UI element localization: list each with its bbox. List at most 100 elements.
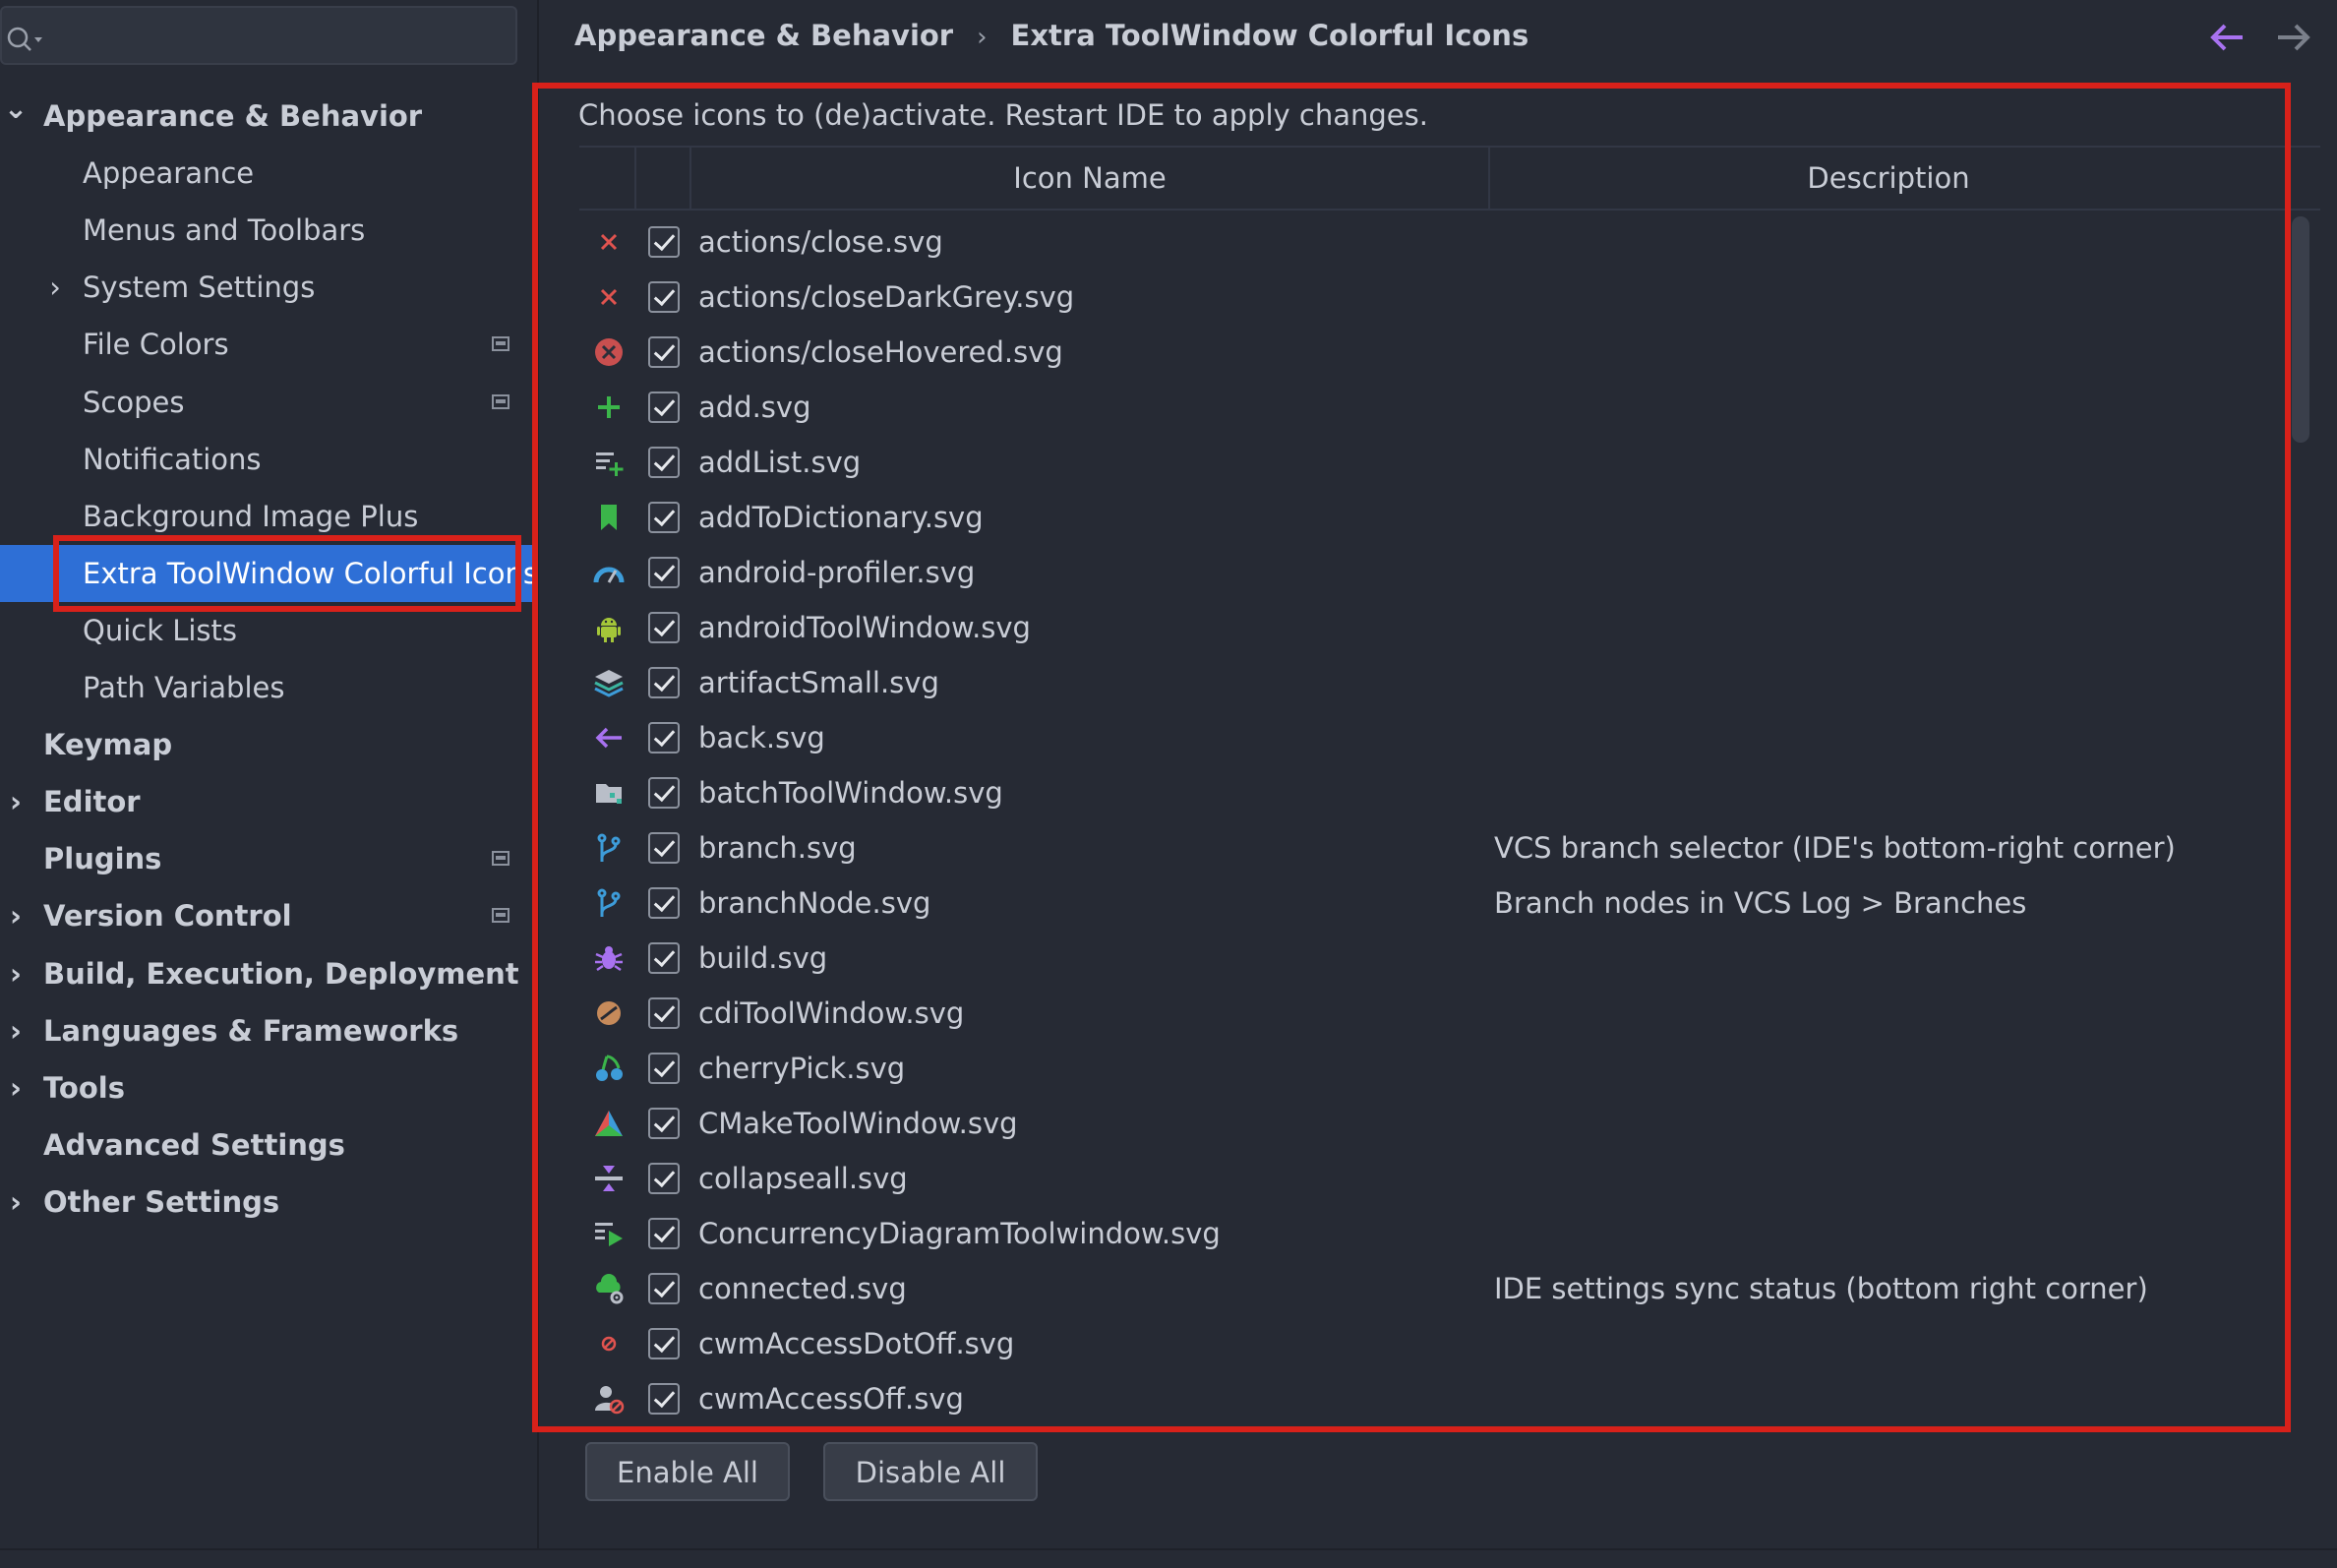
enabled-checkbox[interactable] xyxy=(648,722,680,754)
sidebar-item-label: Other Settings xyxy=(43,1185,280,1219)
sidebar-item-label: Quick Lists xyxy=(83,614,238,647)
table-row[interactable]: cdiToolWindow.svg xyxy=(579,986,2281,1041)
project-scope-icon xyxy=(492,336,509,351)
sidebar-item-extra-toolwindow-colorful-icons[interactable]: Extra ToolWindow Colorful Icons xyxy=(0,545,537,602)
chevron-right-icon[interactable]: › xyxy=(2,773,30,830)
sidebar-item-menus-and-toolbars[interactable]: Menus and Toolbars xyxy=(0,202,537,259)
enabled-checkbox[interactable] xyxy=(648,887,680,919)
enabled-checkbox[interactable] xyxy=(648,1273,680,1304)
breadcrumb-separator: › xyxy=(977,23,988,52)
table-row[interactable]: add.svg xyxy=(579,380,2281,435)
table-scrollbar-thumb[interactable] xyxy=(2292,216,2309,443)
enabled-checkbox[interactable] xyxy=(648,942,680,974)
table-row[interactable]: CMakeToolWindow.svg xyxy=(579,1096,2281,1151)
dot-off-icon xyxy=(601,1336,617,1352)
enabled-checkbox[interactable] xyxy=(648,447,680,478)
sidebar-item-version-control[interactable]: › Version Control xyxy=(0,887,537,944)
chevron-right-icon[interactable]: › xyxy=(2,945,30,1002)
table-row[interactable]: addToDictionary.svg xyxy=(579,490,2281,545)
table-row[interactable]: batchToolWindow.svg xyxy=(579,765,2281,820)
sidebar-item-label: System Settings xyxy=(83,271,316,304)
sidebar-item-quick-lists[interactable]: Quick Lists xyxy=(0,602,537,659)
enabled-checkbox[interactable] xyxy=(648,392,680,423)
icons-table: Icon Name Description actions/close.svg a… xyxy=(579,146,2320,1426)
enable-all-button[interactable]: Enable All xyxy=(585,1442,790,1501)
sidebar-item-plugins[interactable]: Plugins xyxy=(0,830,537,887)
enabled-checkbox[interactable] xyxy=(648,612,680,643)
breadcrumb-parent[interactable]: Appearance & Behavior xyxy=(574,19,953,52)
table-row[interactable]: collapseall.svg xyxy=(579,1151,2281,1206)
table-row[interactable]: androidToolWindow.svg xyxy=(579,600,2281,655)
sidebar-item-system-settings[interactable]: › System Settings xyxy=(0,259,537,316)
sidebar-item-keymap[interactable]: Keymap xyxy=(0,716,537,773)
enabled-checkbox[interactable] xyxy=(648,997,680,1029)
table-row[interactable]: actions/closeDarkGrey.svg xyxy=(579,270,2281,325)
sidebar-item-appearance-behavior[interactable]: ⌄ Appearance & Behavior xyxy=(0,88,537,145)
table-row[interactable]: cwmAccessDotOff.svg xyxy=(579,1316,2281,1371)
enabled-checkbox[interactable] xyxy=(648,1218,680,1249)
enabled-checkbox[interactable] xyxy=(648,1108,680,1139)
add-icon xyxy=(598,396,620,418)
sidebar-item-path-variables[interactable]: Path Variables xyxy=(0,659,537,716)
sidebar-item-tools[interactable]: › Tools xyxy=(0,1059,537,1116)
table-row[interactable]: ConcurrencyDiagramToolwindow.svg xyxy=(579,1206,2281,1261)
table-row[interactable]: cherryPick.svg xyxy=(579,1041,2281,1096)
table-row[interactable]: branchNode.svg Branch nodes in VCS Log > … xyxy=(579,875,2281,931)
table-row[interactable]: connected.svg IDE settings sync status (b… xyxy=(579,1261,2281,1316)
table-row[interactable]: addList.svg xyxy=(579,435,2281,490)
sidebar-item-label: Advanced Settings xyxy=(43,1128,345,1162)
sidebar-item-file-colors[interactable]: File Colors xyxy=(0,316,537,373)
sidebar-item-languages-frameworks[interactable]: › Languages & Frameworks xyxy=(0,1002,537,1059)
sidebar-item-other-settings[interactable]: › Other Settings xyxy=(0,1174,537,1231)
table-row[interactable]: artifactSmall.svg xyxy=(579,655,2281,710)
enabled-checkbox[interactable] xyxy=(648,1163,680,1194)
enabled-checkbox[interactable] xyxy=(648,226,680,258)
sidebar-item-editor[interactable]: › Editor xyxy=(0,773,537,830)
table-row[interactable]: branch.svg VCS branch selector (IDE's bot… xyxy=(579,820,2281,875)
chevron-right-icon[interactable]: › xyxy=(2,1059,30,1116)
chevron-down-icon[interactable]: ⌄ xyxy=(2,88,30,137)
project-scope-icon xyxy=(492,394,509,409)
chevron-right-icon[interactable]: › xyxy=(2,1002,30,1059)
enabled-checkbox[interactable] xyxy=(648,1383,680,1415)
enabled-checkbox[interactable] xyxy=(648,502,680,533)
column-header-description[interactable]: Description xyxy=(1490,148,2287,209)
enabled-checkbox[interactable] xyxy=(648,1328,680,1359)
enabled-checkbox[interactable] xyxy=(648,777,680,809)
sidebar-item-appearance[interactable]: Appearance xyxy=(0,145,537,202)
enabled-checkbox[interactable] xyxy=(648,1053,680,1084)
enabled-checkbox[interactable] xyxy=(648,832,680,864)
table-row[interactable]: cwmAccessOff.svg xyxy=(579,1371,2281,1426)
table-row[interactable]: android-profiler.svg xyxy=(579,545,2281,600)
enabled-checkbox[interactable] xyxy=(648,336,680,368)
enabled-checkbox[interactable] xyxy=(648,667,680,698)
sidebar-item-advanced-settings[interactable]: Advanced Settings xyxy=(0,1116,537,1174)
sidebar-item-build-execution-deployment[interactable]: › Build, Execution, Deployment xyxy=(0,945,537,1002)
column-header-icon-name[interactable]: Icon Name xyxy=(691,148,1490,209)
column-header-enabled[interactable] xyxy=(636,148,691,209)
settings-search-input[interactable] xyxy=(0,6,517,65)
arrow-left-icon[interactable] xyxy=(2205,16,2248,59)
icon-name-cell: cwmAccessDotOff.svg xyxy=(698,1327,1015,1360)
table-row[interactable]: back.svg xyxy=(579,710,2281,765)
icon-name-cell: actions/closeHovered.svg xyxy=(698,335,1063,369)
disable-all-button[interactable]: Disable All xyxy=(823,1442,1038,1501)
chevron-right-icon[interactable]: › xyxy=(2,887,30,944)
enabled-checkbox[interactable] xyxy=(648,281,680,313)
chevron-right-icon[interactable]: › xyxy=(2,1174,30,1231)
chevron-right-icon[interactable]: › xyxy=(41,259,69,316)
user-off-icon xyxy=(595,1386,625,1415)
android-icon xyxy=(597,618,621,642)
sidebar-item-label: Version Control xyxy=(43,899,292,933)
enabled-checkbox[interactable] xyxy=(648,557,680,588)
column-header-icon[interactable] xyxy=(579,148,636,209)
branch-icon xyxy=(597,833,621,862)
arrow-right-icon[interactable] xyxy=(2272,16,2315,59)
icon-name-cell: cherryPick.svg xyxy=(698,1052,906,1085)
sidebar-item-notifications[interactable]: Notifications xyxy=(0,431,537,488)
sidebar-item-background-image-plus[interactable]: Background Image Plus xyxy=(0,488,537,545)
sidebar-item-scopes[interactable]: Scopes xyxy=(0,374,537,431)
table-row[interactable]: actions/close.svg xyxy=(579,214,2281,270)
table-row[interactable]: actions/closeHovered.svg xyxy=(579,325,2281,380)
table-row[interactable]: build.svg xyxy=(579,931,2281,986)
